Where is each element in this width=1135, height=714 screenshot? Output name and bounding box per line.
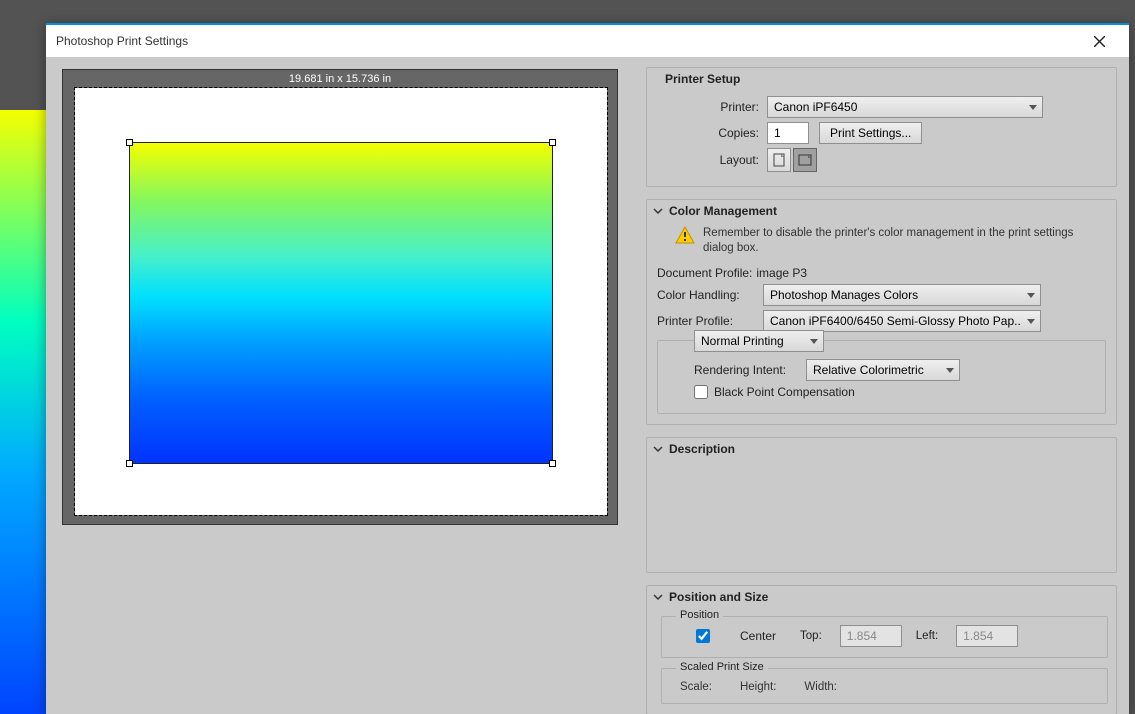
printer-setup-title: Printer Setup xyxy=(665,72,740,86)
description-body xyxy=(647,462,1116,572)
black-point-checkbox[interactable]: Black Point Compensation xyxy=(694,385,855,399)
position-size-title: Position and Size xyxy=(669,590,768,604)
landscape-icon xyxy=(798,154,812,166)
chevron-down-icon xyxy=(653,444,663,454)
chevron-down-icon xyxy=(653,206,663,216)
description-panel: Description xyxy=(646,437,1117,573)
resize-handle-bl[interactable] xyxy=(126,460,133,467)
resize-handle-br[interactable] xyxy=(549,460,556,467)
resize-handle-tl[interactable] xyxy=(126,139,133,146)
left-input[interactable] xyxy=(956,625,1018,647)
black-point-input[interactable] xyxy=(694,385,708,399)
center-input[interactable] xyxy=(672,629,734,643)
warning-icon xyxy=(675,226,695,256)
rendering-subbox: Normal Printing Rendering Intent: Relati… xyxy=(657,340,1106,414)
preview-column: 19.681 in x 15.736 in xyxy=(46,57,636,714)
document-profile-label: Document Profile: xyxy=(657,266,752,280)
titlebar: Photoshop Print Settings xyxy=(46,25,1129,57)
left-label: Left: xyxy=(916,630,938,642)
scaled-size-box: Scaled Print Size Scale: Height: Width: xyxy=(661,668,1108,704)
rendering-intent-select[interactable]: Relative Colorimetric xyxy=(806,359,960,381)
color-management-header[interactable]: Color Management xyxy=(647,200,1116,224)
print-mode-select[interactable]: Normal Printing xyxy=(694,330,824,352)
print-settings-button[interactable]: Print Settings... xyxy=(819,122,922,144)
printer-setup-header[interactable]: Printer Setup xyxy=(647,68,1116,92)
color-management-panel: Color Management Remember to disable the… xyxy=(646,199,1117,425)
dialog-title: Photoshop Print Settings xyxy=(56,34,188,48)
close-button[interactable] xyxy=(1079,25,1119,57)
height-label: Height: xyxy=(740,681,776,693)
scale-label: Scale: xyxy=(680,681,712,693)
copies-label: Copies: xyxy=(675,126,767,140)
resize-handle-tr[interactable] xyxy=(549,139,556,146)
preview-box: 19.681 in x 15.736 in xyxy=(62,69,618,525)
rendering-intent-label: Rendering Intent: xyxy=(694,363,806,377)
printer-profile-label: Printer Profile: xyxy=(657,314,763,328)
portrait-icon xyxy=(773,153,785,167)
warning-text: Remember to disable the printer's color … xyxy=(703,226,1106,256)
center-label: Center xyxy=(740,629,776,643)
color-management-title: Color Management xyxy=(669,204,777,218)
position-size-panel: Position and Size Position Center Top: L xyxy=(646,585,1117,714)
paper xyxy=(75,88,607,515)
position-box: Position Center Top: Left: xyxy=(661,616,1108,658)
description-title: Description xyxy=(669,442,735,456)
print-settings-dialog: Photoshop Print Settings 19.681 in x 15.… xyxy=(46,23,1129,714)
top-label: Top: xyxy=(800,630,822,642)
top-input[interactable] xyxy=(840,625,902,647)
printer-profile-select[interactable]: Canon iPF6400/6450 Semi-Glossy Photo Pap… xyxy=(763,310,1041,332)
center-checkbox[interactable]: Center xyxy=(672,629,776,643)
layout-label: Layout: xyxy=(675,153,767,167)
preview-dimensions: 19.681 in x 15.736 in xyxy=(63,73,617,85)
layout-portrait-button[interactable] xyxy=(767,148,791,172)
printer-select[interactable]: Canon iPF6450 xyxy=(767,96,1043,118)
width-label: Width: xyxy=(804,681,837,693)
background-gradient xyxy=(0,110,48,714)
black-point-label: Black Point Compensation xyxy=(714,385,855,399)
printer-setup-panel: Printer Setup Printer: Canon iPF6450 Cop… xyxy=(646,67,1117,187)
close-icon xyxy=(1094,36,1105,47)
color-handling-label: Color Handling: xyxy=(657,288,763,302)
chevron-down-icon xyxy=(653,592,663,602)
layout-landscape-button[interactable] xyxy=(793,148,817,172)
copies-input[interactable] xyxy=(767,122,809,144)
position-legend: Position xyxy=(676,609,723,621)
description-header[interactable]: Description xyxy=(647,438,1116,462)
position-size-header[interactable]: Position and Size xyxy=(647,586,1116,610)
artwork[interactable] xyxy=(129,142,553,464)
color-handling-select[interactable]: Photoshop Manages Colors xyxy=(763,284,1041,306)
settings-column: Printer Setup Printer: Canon iPF6450 Cop… xyxy=(636,57,1129,714)
document-profile-value: image P3 xyxy=(756,266,807,280)
printer-label: Printer: xyxy=(675,100,767,114)
scaled-legend: Scaled Print Size xyxy=(676,661,768,673)
